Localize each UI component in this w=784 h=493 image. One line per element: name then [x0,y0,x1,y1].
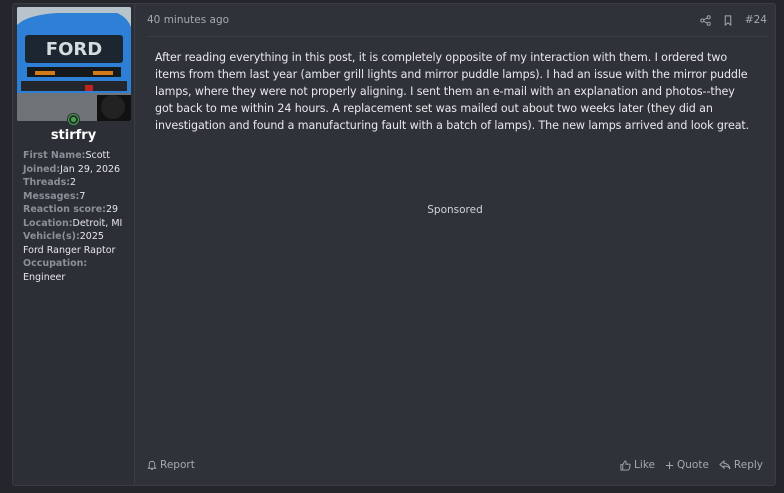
post-footer: Report Like Quote Reply [147,459,763,471]
avatar[interactable]: FORD [17,7,131,121]
reply-icon [719,460,731,470]
share-icon[interactable] [700,14,711,26]
user-stat-value: 7 [79,190,86,202]
like-label: Like [634,459,655,471]
user-stat-label: Reaction score: [23,204,106,215]
post-meta-actions: #24 [700,14,767,26]
reply-button[interactable]: Reply [719,459,763,471]
bookmark-icon[interactable] [723,14,733,26]
user-stat-value: Scott [85,150,110,161]
user-stat-label: Location: [23,217,73,229]
user-stat-value: Ford Ranger Raptor [23,244,116,256]
post-meta: 40 minutes ago #24 [147,4,767,37]
user-stat-value: 2025 [79,231,104,242]
user-stat-value: Detroit, MI [72,217,123,229]
post-main: 40 minutes ago #24 After reading everyth… [135,4,775,485]
user-stat-row: Engineer [23,271,130,285]
sponsored-label: Sponsored [427,204,483,216]
user-stat-label: Messages: [23,190,80,202]
username[interactable]: stirfry [17,128,130,143]
user-stat-value: Engineer [23,271,66,283]
report-button[interactable]: Report [147,459,195,471]
user-stat-row: Reaction score:29 [23,203,130,217]
user-stat-value: Jan 29, 2026 [60,163,121,175]
user-stat-row: Joined:Jan 29, 2026 [23,163,130,177]
like-button[interactable]: Like [620,459,655,471]
user-stat-row: First Name:Scott [23,149,130,163]
svg-text:FORD: FORD [46,39,102,60]
user-stat-label: Occupation: [23,258,88,269]
user-stat-row: Threads:2 [23,176,130,190]
user-stat-value: 2 [70,177,77,188]
online-status-icon [67,113,80,126]
bell-icon [147,460,157,471]
post-timestamp[interactable]: 40 minutes ago [147,14,229,26]
avatar-image: FORD [17,7,131,121]
user-stat-row: Location:Detroit, MI [23,217,130,231]
thumbs-up-icon [620,459,631,471]
user-stats: First Name:Scott Joined:Jan 29, 2026 Threa… [17,149,130,284]
quote-label: Quote [676,459,709,471]
report-label: Report [160,459,195,471]
post-number[interactable]: #24 [745,14,767,26]
forum-post: FORD stirfry First Name:Scott Joined:Jan … [12,3,776,486]
plus-icon [665,461,674,470]
user-stat-label: First Name: [23,150,86,161]
reply-label: Reply [733,459,763,471]
user-stat-label: Threads: [23,177,71,188]
user-stat-row: Vehicle(s):2025 [23,230,130,244]
user-stat-row: Messages:7 [23,190,130,204]
user-stat-label: Joined: [23,163,61,175]
quote-button[interactable]: Quote [665,459,709,471]
user-stat-row: Occupation: [23,257,130,271]
user-info-panel: FORD stirfry First Name:Scott Joined:Jan … [13,4,135,485]
user-stat-value: 29 [105,204,119,215]
user-stat-row: Ford Ranger Raptor [23,244,130,258]
user-stat-label: Vehicle(s): [23,231,80,242]
post-body: After reading everything in this post, i… [155,51,750,132]
